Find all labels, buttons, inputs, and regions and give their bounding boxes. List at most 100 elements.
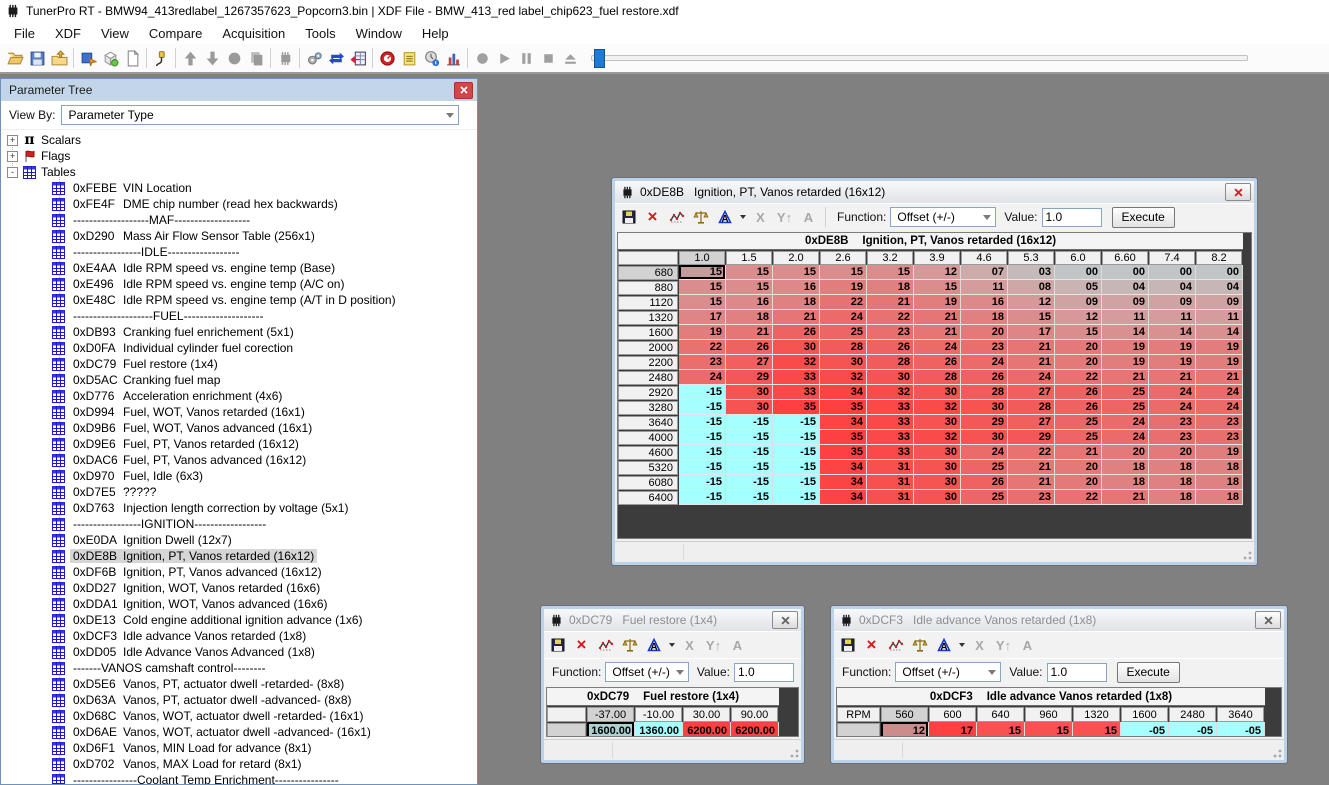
cell-4-11[interactable]: 14 bbox=[1196, 325, 1243, 340]
col-header-6.60[interactable]: 6.60 bbox=[1102, 251, 1148, 265]
cell-0-7[interactable]: -05 bbox=[1217, 722, 1265, 737]
cell-15-3[interactable]: 34 bbox=[820, 490, 867, 505]
cell-0-5[interactable]: -05 bbox=[1121, 722, 1169, 737]
dashboard-icon[interactable] bbox=[376, 47, 398, 69]
cell-3-8[interactable]: 12 bbox=[1055, 310, 1102, 325]
cell-12-6[interactable]: 24 bbox=[961, 445, 1008, 460]
cell-14-7[interactable]: 21 bbox=[1008, 475, 1055, 490]
compare-scales-icon[interactable] bbox=[620, 636, 639, 655]
tree-item-separator[interactable]: ----------------Coolant Temp Enrichment-… bbox=[1, 772, 477, 784]
cell-11-9[interactable]: 24 bbox=[1102, 430, 1149, 445]
cell-8-8[interactable]: 26 bbox=[1055, 385, 1102, 400]
cell-7-1[interactable]: 29 bbox=[726, 370, 773, 385]
cell-11-5[interactable]: 32 bbox=[914, 430, 961, 445]
new-document-icon[interactable] bbox=[121, 47, 143, 69]
cell-10-0[interactable]: -15 bbox=[679, 415, 726, 430]
cell-0-0[interactable]: 15 bbox=[679, 265, 726, 280]
menu-file[interactable]: File bbox=[4, 24, 45, 43]
window-titlebar[interactable]: 0xDCF3Idle advance Vanos retarded (1x8) bbox=[834, 609, 1284, 631]
parameter-tree-titlebar[interactable]: Parameter Tree bbox=[1, 79, 477, 101]
cell-6-10[interactable]: 19 bbox=[1149, 355, 1196, 370]
cell-14-3[interactable]: 34 bbox=[820, 475, 867, 490]
cell-5-8[interactable]: 20 bbox=[1055, 340, 1102, 355]
cell-15-11[interactable]: 18 bbox=[1196, 490, 1243, 505]
cell-7-7[interactable]: 24 bbox=[1008, 370, 1055, 385]
cell-4-6[interactable]: 20 bbox=[961, 325, 1008, 340]
cell-13-2[interactable]: -15 bbox=[773, 460, 820, 475]
resize-grip[interactable] bbox=[789, 748, 799, 758]
view-mode-a-icon[interactable]: A bbox=[644, 636, 663, 655]
cell-0-10[interactable]: 00 bbox=[1149, 265, 1196, 280]
cell-15-2[interactable]: -15 bbox=[773, 490, 820, 505]
cell-10-7[interactable]: 27 bbox=[1008, 415, 1055, 430]
tree-item-0xDDA1[interactable]: 0xDDA1Ignition, WOT, Vanos advanced (16x… bbox=[1, 596, 477, 612]
cell-0-1[interactable]: 15 bbox=[726, 265, 773, 280]
menu-tools[interactable]: Tools bbox=[295, 24, 345, 43]
tree-item-0xD63A[interactable]: 0xD63AVanos, PT, actuator dwell -advance… bbox=[1, 692, 477, 708]
value-input[interactable] bbox=[1047, 663, 1107, 682]
resize-grip[interactable] bbox=[1272, 748, 1282, 758]
tree-item-0xDC79[interactable]: 0xDC79Fuel restore (1x4) bbox=[1, 356, 477, 372]
cell-2-8[interactable]: 09 bbox=[1055, 295, 1102, 310]
tree-item-0xD776[interactable]: 0xD776Acceleration enrichment (4x6) bbox=[1, 388, 477, 404]
cell-14-11[interactable]: 18 bbox=[1196, 475, 1243, 490]
col-header-3.9[interactable]: 3.9 bbox=[914, 251, 960, 265]
cell-2-3[interactable]: 22 bbox=[820, 295, 867, 310]
cell-2-7[interactable]: 12 bbox=[1008, 295, 1055, 310]
cell-12-2[interactable]: -15 bbox=[773, 445, 820, 460]
cell-9-3[interactable]: 35 bbox=[820, 400, 867, 415]
cell-0-0[interactable]: 1600.00 bbox=[587, 722, 635, 737]
col-header-1.5[interactable]: 1.5 bbox=[726, 251, 772, 265]
window-close-button[interactable] bbox=[1255, 611, 1281, 629]
cell-10-4[interactable]: 33 bbox=[867, 415, 914, 430]
cell-13-5[interactable]: 30 bbox=[914, 460, 961, 475]
cell-15-5[interactable]: 30 bbox=[914, 490, 961, 505]
tree-item-0xE496[interactable]: 0xE496Idle RPM speed vs. engine temp (A/… bbox=[1, 276, 477, 292]
tree-item-0xD9B6[interactable]: 0xD9B6Fuel, WOT, Vanos advanced (16x1) bbox=[1, 420, 477, 436]
cell-12-11[interactable]: 19 bbox=[1196, 445, 1243, 460]
cell-12-5[interactable]: 30 bbox=[914, 445, 961, 460]
row-header-6400[interactable]: 6400 bbox=[618, 491, 678, 505]
row-header-4000[interactable]: 4000 bbox=[618, 431, 678, 445]
cell-14-2[interactable]: -15 bbox=[773, 475, 820, 490]
cell-1-5[interactable]: 15 bbox=[914, 280, 961, 295]
cell-10-10[interactable]: 23 bbox=[1149, 415, 1196, 430]
cell-8-4[interactable]: 32 bbox=[867, 385, 914, 400]
delete-x-icon[interactable]: × bbox=[862, 636, 881, 655]
cell-9-0[interactable]: -15 bbox=[679, 400, 726, 415]
cell-15-10[interactable]: 18 bbox=[1149, 490, 1196, 505]
cell-13-9[interactable]: 18 bbox=[1102, 460, 1149, 475]
cell-9-9[interactable]: 25 bbox=[1102, 400, 1149, 415]
cell-8-7[interactable]: 27 bbox=[1008, 385, 1055, 400]
probe-icon[interactable] bbox=[150, 47, 172, 69]
cell-10-3[interactable]: 34 bbox=[820, 415, 867, 430]
cell-15-9[interactable]: 21 bbox=[1102, 490, 1149, 505]
import-table-icon[interactable] bbox=[347, 47, 369, 69]
cell-3-7[interactable]: 15 bbox=[1008, 310, 1055, 325]
col-header-3.2[interactable]: 3.2 bbox=[867, 251, 913, 265]
cell-5-7[interactable]: 21 bbox=[1008, 340, 1055, 355]
col-header-3640[interactable]: 3640 bbox=[1217, 707, 1264, 722]
cell-7-6[interactable]: 26 bbox=[961, 370, 1008, 385]
tree-item-separator[interactable]: --------------------FUEL----------------… bbox=[1, 308, 477, 324]
col-header-560[interactable]: 560 bbox=[881, 707, 928, 722]
cell-9-2[interactable]: 35 bbox=[773, 400, 820, 415]
cell-5-5[interactable]: 24 bbox=[914, 340, 961, 355]
cell-8-6[interactable]: 28 bbox=[961, 385, 1008, 400]
cell-1-10[interactable]: 04 bbox=[1149, 280, 1196, 295]
menu-view[interactable]: View bbox=[91, 24, 139, 43]
cell-11-1[interactable]: -15 bbox=[726, 430, 773, 445]
cell-0-8[interactable]: 00 bbox=[1055, 265, 1102, 280]
row-header-680[interactable]: 680 bbox=[618, 266, 678, 280]
cell-7-0[interactable]: 24 bbox=[679, 370, 726, 385]
menu-window[interactable]: Window bbox=[346, 24, 412, 43]
col-header-90.00[interactable]: 90.00 bbox=[731, 707, 778, 722]
cell-0-3[interactable]: 6200.00 bbox=[731, 722, 779, 737]
tree-item-0xDE8B[interactable]: 0xDE8BIgnition, PT, Vanos retarded (16x1… bbox=[1, 548, 477, 564]
row-header-1320[interactable]: 1320 bbox=[618, 311, 678, 325]
cell-0-4[interactable]: 15 bbox=[1073, 722, 1121, 737]
window-close-button[interactable] bbox=[772, 611, 798, 629]
cell-13-1[interactable]: -15 bbox=[726, 460, 773, 475]
cell-3-3[interactable]: 24 bbox=[820, 310, 867, 325]
window-titlebar[interactable]: 0xDC79Fuel restore (1x4) bbox=[544, 609, 801, 631]
